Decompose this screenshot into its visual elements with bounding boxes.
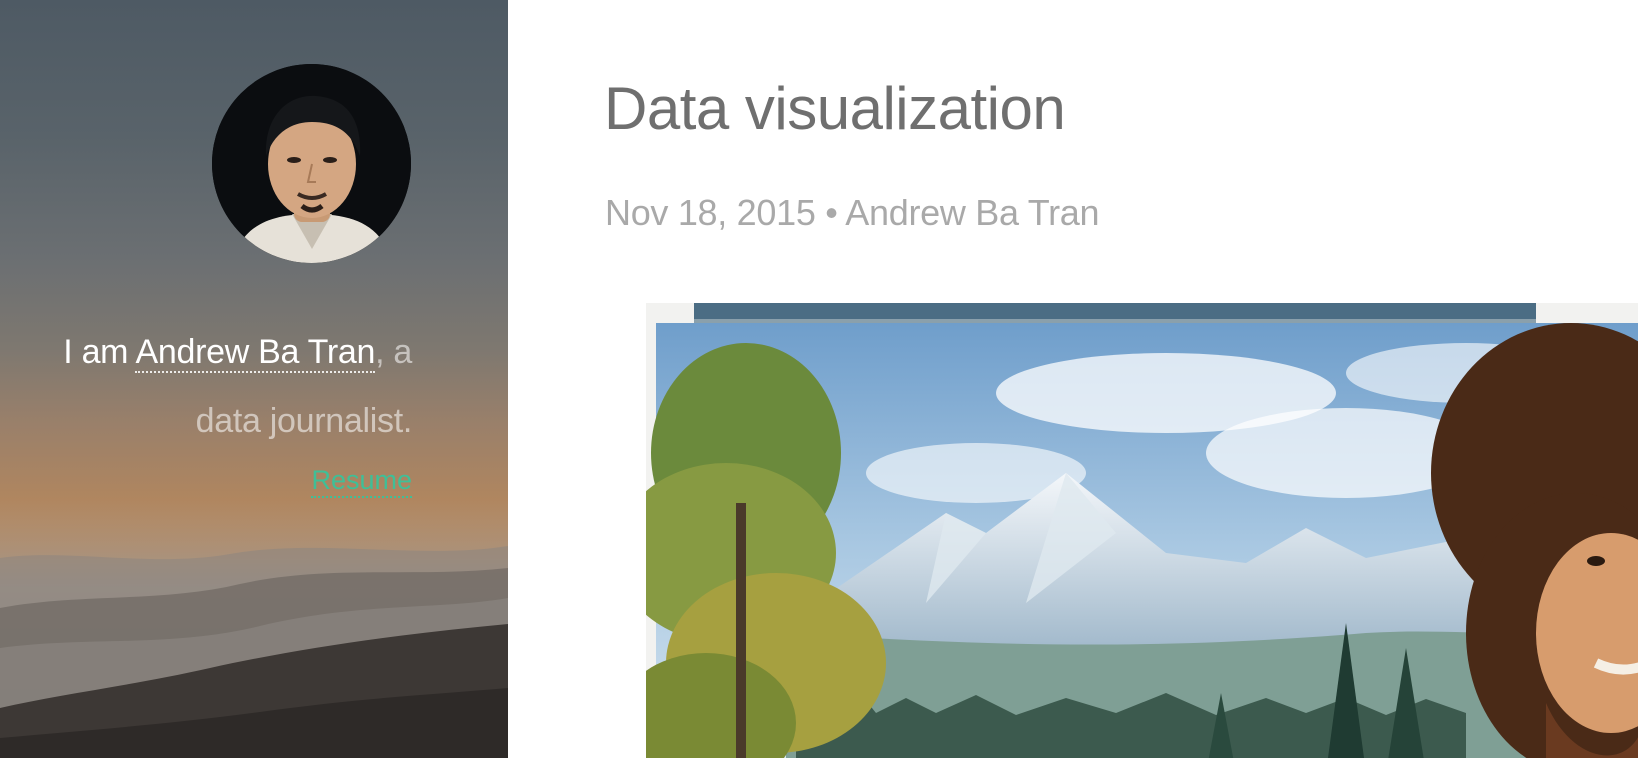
sidebar: I am Andrew Ba Tran, a data journalist. … bbox=[0, 0, 508, 758]
author-name-link[interactable]: Andrew Ba Tran bbox=[135, 333, 375, 373]
post-date: Nov 18, 2015 bbox=[605, 192, 816, 233]
resume-link[interactable]: Resume bbox=[311, 464, 412, 498]
meta-separator: • bbox=[825, 192, 838, 233]
post-author: Andrew Ba Tran bbox=[845, 192, 1100, 233]
landscape-painting-image bbox=[646, 303, 1638, 758]
avatar[interactable] bbox=[212, 64, 411, 263]
bio-text: I am Andrew Ba Tran, a data journalist. bbox=[12, 318, 412, 456]
avatar-portrait-image bbox=[212, 64, 411, 263]
sidebar-background-hills bbox=[0, 498, 508, 758]
main-content: Data visualization Nov 18, 2015 • Andrew… bbox=[508, 0, 1638, 758]
post-title: Data visualization bbox=[604, 75, 1066, 142]
bio-prefix: I am bbox=[63, 333, 136, 371]
post-meta: Nov 18, 2015 • Andrew Ba Tran bbox=[605, 192, 1100, 234]
post-featured-image bbox=[646, 303, 1638, 758]
